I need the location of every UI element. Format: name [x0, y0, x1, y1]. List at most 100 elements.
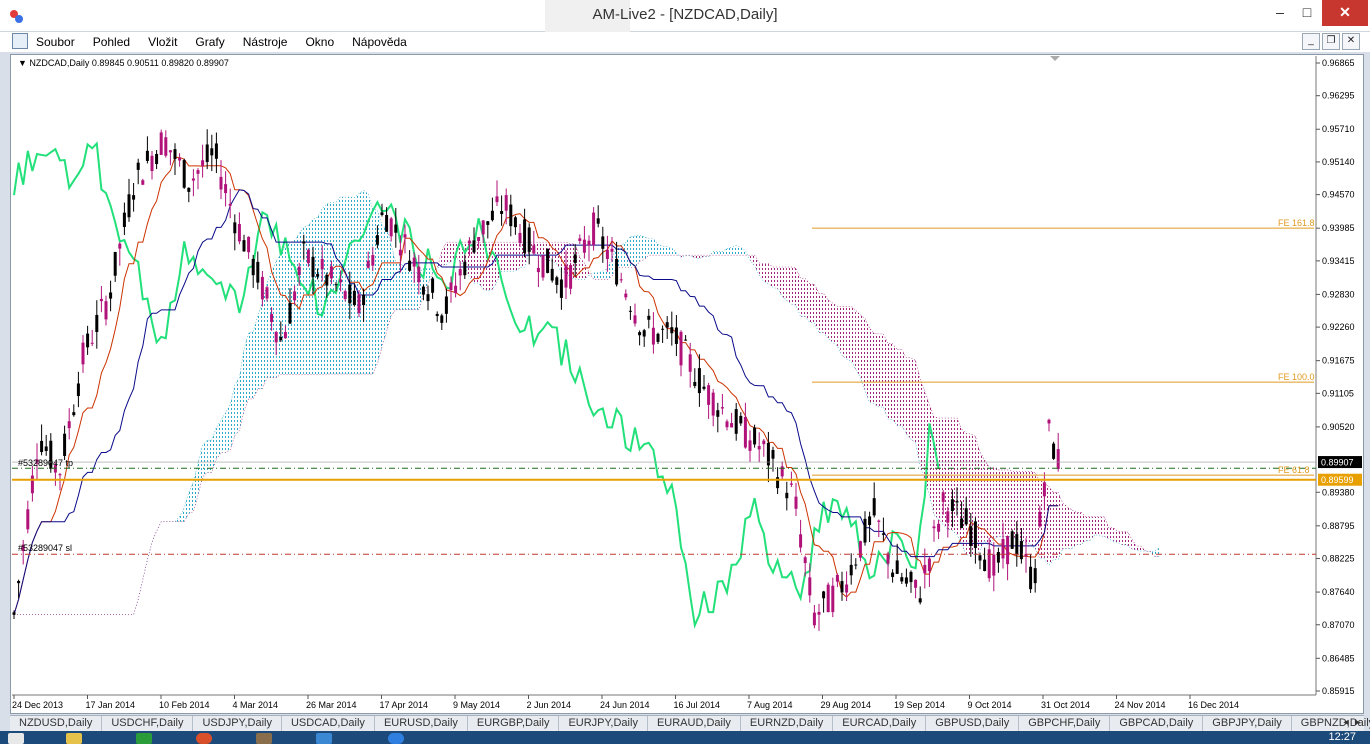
- cloud-segment: [441, 242, 447, 266]
- price-chart[interactable]: 0.96865 0.96295 0.95710 0.95140 0.94570 0.939…: [0, 0, 1370, 744]
- cloud-segment: [1030, 471, 1036, 549]
- candle-body: [638, 332, 642, 336]
- candle-body: [348, 284, 352, 304]
- app-icon-4[interactable]: [256, 733, 272, 744]
- candle-body: [127, 194, 131, 218]
- candle-body: [449, 282, 453, 291]
- candle-body: [90, 342, 94, 344]
- tab-usdcad[interactable]: USDCAD,Daily: [282, 716, 375, 731]
- candle-body: [17, 580, 21, 584]
- candle-body: [481, 220, 485, 235]
- cloud-segment: [1012, 471, 1017, 540]
- cloud-segment: [763, 263, 769, 284]
- cloud-segment: [814, 284, 819, 333]
- dropdown-triangle-icon[interactable]: ▼: [18, 58, 29, 68]
- cloud-segment: [906, 357, 911, 440]
- tab-nzdusd[interactable]: NZDUSD,Daily: [10, 716, 103, 731]
- candle-body: [408, 260, 412, 271]
- candle-body: [748, 440, 752, 451]
- candle-body: [500, 211, 504, 214]
- candle-body: [233, 222, 237, 234]
- candle-body: [817, 611, 821, 615]
- cloud-segment: [786, 267, 792, 305]
- candle-body: [693, 381, 697, 386]
- cloud-segment: [1104, 516, 1109, 539]
- cloud-segment: [1090, 516, 1095, 541]
- candle-body: [858, 541, 862, 558]
- candle-body: [99, 298, 103, 302]
- tab-usdchf[interactable]: USDCHF,Daily: [102, 716, 194, 731]
- candle-body: [927, 558, 931, 572]
- app-icon-5[interactable]: [316, 733, 332, 744]
- tab-gbpusd[interactable]: GBPUSD,Daily: [926, 716, 1020, 731]
- price-label: 0.91105: [1322, 388, 1354, 398]
- candle-body: [458, 269, 462, 276]
- candle-body: [297, 266, 301, 276]
- cloud-segment: [878, 333, 884, 407]
- candle-body: [316, 274, 320, 277]
- candle-body: [196, 170, 200, 174]
- fibo-label: FE 100.0: [1278, 372, 1315, 382]
- cloud-segment: [901, 349, 907, 434]
- cloud-segment: [883, 333, 888, 419]
- tab-gbpjpy[interactable]: GBPJPY,Daily: [1203, 716, 1292, 731]
- tab-eurcad[interactable]: EURCAD,Daily: [833, 716, 927, 731]
- candle-body: [523, 219, 527, 253]
- cloud-segment: [354, 193, 359, 375]
- tab-eurgbp[interactable]: EURGBP,Daily: [468, 716, 560, 731]
- tab-gbpcad[interactable]: GBPCAD,Daily: [1110, 716, 1204, 731]
- cloud-segment: [796, 268, 801, 317]
- candle-body: [730, 423, 734, 428]
- cloud-segment: [1026, 471, 1031, 545]
- cloud-segment: [1067, 506, 1072, 549]
- chart-shift-icon[interactable]: [1050, 56, 1060, 61]
- app-icon-6[interactable]: [388, 733, 404, 744]
- symbol-header: ▼ NZDCAD,Daily 0.89845 0.90511 0.89820 0…: [18, 58, 229, 68]
- cloud-segment: [671, 248, 677, 256]
- cloud-segment: [1058, 492, 1063, 560]
- candle-body: [242, 240, 246, 252]
- cloud-segment: [639, 234, 645, 262]
- cloud-segment: [805, 278, 810, 323]
- cloud-segment: [395, 262, 401, 310]
- cloud-segment: [842, 306, 847, 359]
- cloud-segment: [244, 332, 249, 411]
- tab-eurjpy[interactable]: EURJPY,Daily: [559, 716, 648, 731]
- browser-icon[interactable]: [196, 733, 212, 744]
- candle-body: [283, 331, 287, 339]
- candle-body: [205, 144, 209, 162]
- candle-body: [118, 243, 122, 249]
- cloud-segment: [773, 267, 778, 289]
- tab-eurusd[interactable]: EURUSD,Daily: [375, 716, 468, 731]
- candle-body: [398, 249, 402, 256]
- candle-body: [799, 534, 803, 548]
- senkou-span-b: [14, 241, 1160, 615]
- cloud-segment: [593, 272, 599, 280]
- candle-body: [762, 440, 766, 445]
- explorer-icon[interactable]: [66, 733, 82, 744]
- candle-body: [610, 248, 614, 252]
- candle-body: [426, 294, 430, 302]
- tab-usdjpy[interactable]: USDJPY,Daily: [193, 716, 282, 731]
- cloud-segment: [1127, 531, 1132, 549]
- candle-body: [412, 257, 416, 267]
- cloud-segment: [625, 236, 631, 268]
- price-label: 0.92830: [1322, 289, 1355, 299]
- tab-euraud[interactable]: EURAUD,Daily: [648, 716, 741, 731]
- candle-body: [541, 255, 545, 278]
- candle-body: [674, 327, 678, 344]
- cloud-segment: [791, 267, 796, 306]
- excel-icon[interactable]: [136, 733, 152, 744]
- cloud-segment: [1053, 492, 1059, 560]
- price-label: 0.95140: [1322, 157, 1355, 167]
- candle-body: [592, 212, 596, 246]
- cloud-segment: [446, 242, 451, 265]
- cloud-segment: [198, 444, 203, 496]
- tab-gbpchf[interactable]: GBPCHF,Daily: [1019, 716, 1111, 731]
- tab-scroll-arrows[interactable]: ◄ ►: [1342, 717, 1362, 727]
- start-icon[interactable]: [8, 733, 24, 744]
- tab-eurnzd[interactable]: EURNZD,Daily: [741, 716, 834, 731]
- candle-body: [992, 554, 996, 576]
- candle-body: [826, 584, 830, 613]
- cloud-segment: [607, 256, 612, 280]
